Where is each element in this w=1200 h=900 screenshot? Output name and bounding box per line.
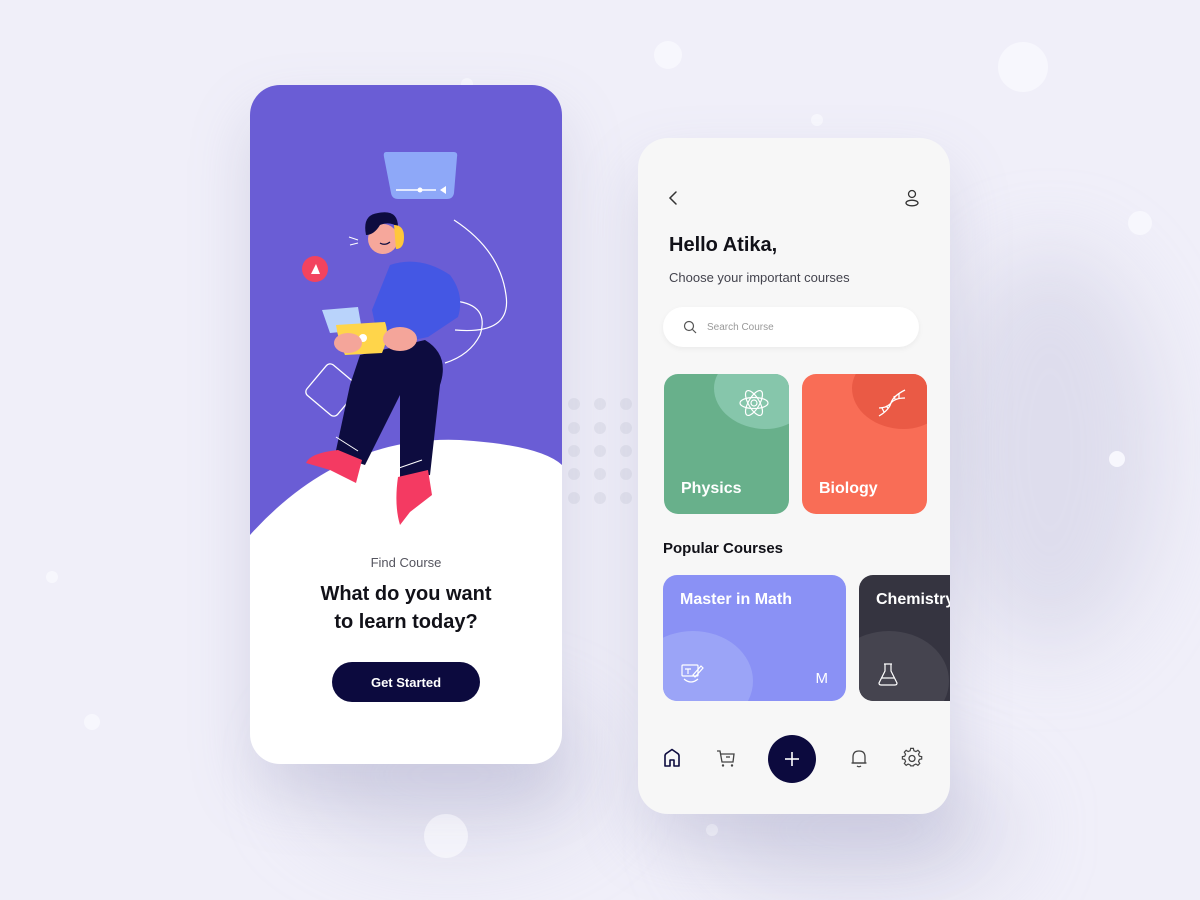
onboarding-headline: What do you want to learn today? (250, 580, 562, 636)
search-icon (683, 320, 697, 334)
decor-circle (811, 114, 823, 126)
bottom-navigation (638, 733, 950, 783)
cart-icon[interactable] (715, 747, 737, 769)
learner-illustration (250, 152, 562, 555)
decor-circle (1109, 451, 1125, 467)
background-shadow (940, 250, 1160, 650)
category-label: Physics (681, 480, 742, 497)
plus-icon (785, 752, 799, 766)
card-blob (663, 631, 753, 701)
onboarding-screen: Find Course What do you want to learn to… (250, 85, 562, 764)
popular-courses-title: Popular Courses (663, 540, 784, 557)
drafting-icon (681, 664, 704, 683)
atom-icon (739, 389, 769, 417)
category-card-physics[interactable]: Physics (664, 374, 789, 514)
decor-circle (84, 714, 100, 730)
dot-grid (568, 398, 632, 504)
home-icon[interactable] (661, 747, 683, 769)
course-card-chemistry[interactable]: Chemistry (859, 575, 950, 701)
headline-line-2: to learn today? (334, 611, 478, 633)
course-card-math[interactable]: Master in Math M (663, 575, 846, 701)
course-label: Chemistry (876, 591, 950, 608)
course-label: Master in Math (680, 591, 793, 608)
category-label: Biology (819, 480, 878, 497)
flask-icon (878, 663, 898, 686)
bell-icon[interactable] (848, 747, 870, 769)
decor-circle (998, 42, 1048, 92)
decor-circle (654, 41, 682, 69)
add-button[interactable] (768, 735, 816, 783)
decor-circle (706, 824, 718, 836)
search-input[interactable] (707, 321, 907, 333)
hero-illustration-area (250, 85, 562, 555)
card-blob (859, 631, 949, 701)
course-badge: M (815, 670, 829, 687)
user-icon[interactable] (902, 188, 922, 208)
decor-circle (1128, 211, 1152, 235)
decor-circle (46, 571, 58, 583)
eyebrow-label: Find Course (370, 555, 442, 570)
get-started-button[interactable]: Get Started (332, 662, 480, 702)
home-screen: Hello Atika, Choose your important cours… (638, 138, 950, 814)
gear-icon[interactable] (901, 747, 923, 769)
chevron-left-icon[interactable] (664, 188, 684, 208)
decor-circle (424, 814, 468, 858)
category-card-biology[interactable]: Biology (802, 374, 927, 514)
greeting-title: Hello Atika, (669, 234, 778, 256)
greeting-subtitle: Choose your important courses (669, 270, 850, 285)
search-bar[interactable] (663, 307, 919, 347)
headline-line-1: What do you want (320, 583, 492, 605)
dna-icon (878, 389, 906, 417)
